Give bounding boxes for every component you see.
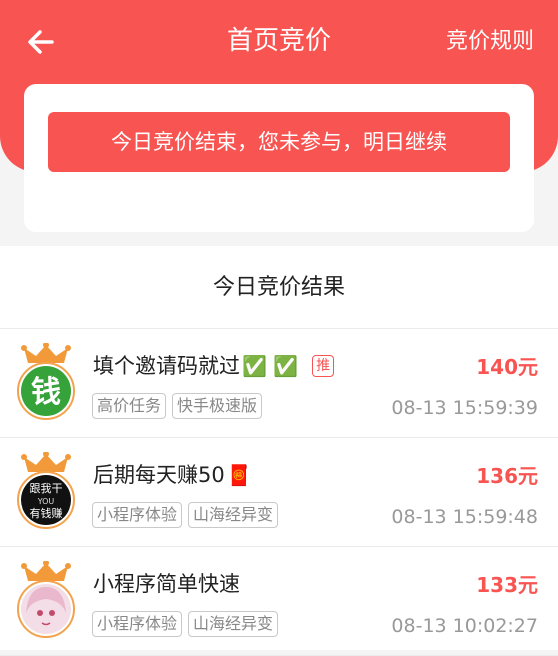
status-banner: 今日竞价结束，您未参与，明日继续 (48, 112, 510, 172)
tag: 小程序体验 (92, 502, 183, 528)
tag: 山海经异变 (188, 611, 279, 637)
item-title: 填个邀请码就过 ✅ ✅ 推 (93, 351, 335, 381)
item-time: 08-13 15:59:39 (391, 397, 538, 419)
item-title: 小程序简单快速 (93, 569, 240, 599)
money-character-avatar: 钱 (17, 343, 75, 420)
results-title: 今日竞价结果 (0, 246, 558, 329)
item-title-text: 小程序简单快速 (93, 572, 240, 596)
results-section: 今日竞价结果 钱 填个邀请码就过 ✅ ✅ 推 高价任务 快手极速版 140元 08-1… (0, 246, 558, 656)
tag: 高价任务 (92, 393, 167, 419)
status-card: 今日竞价结束，您未参与，明日继续 (24, 84, 534, 232)
item-time: 08-13 15:59:48 (391, 506, 538, 528)
item-tags: 高价任务 快手极速版 (92, 393, 268, 419)
item-title-text: 填个邀请码就过 (93, 354, 240, 378)
item-tags: 小程序体验 山海经异变 (92, 611, 284, 637)
avatar-text: YOU (37, 497, 55, 506)
list-item[interactable]: 钱 填个邀请码就过 ✅ ✅ 推 高价任务 快手极速版 140元 08-13 15:59… (0, 329, 558, 438)
tag: 山海经异变 (188, 502, 279, 528)
check-emoji-icon: ✅ ✅ (242, 354, 299, 378)
item-tags: 小程序体验 山海经异变 (92, 502, 284, 528)
bidding-rules-link[interactable]: 竞价规则 (446, 26, 534, 58)
red-envelope-icon: 🧧 (226, 463, 252, 487)
avatar-text: 钱 (31, 375, 61, 410)
tag: 快手极速版 (172, 393, 263, 419)
item-time: 08-13 10:02:27 (391, 615, 538, 637)
anime-girl-avatar (17, 561, 75, 638)
text-avatar: 跟我干 YOU 有钱赚 (17, 452, 75, 529)
tag: 小程序体验 (92, 611, 183, 637)
list-item[interactable]: 跟我干 YOU 有钱赚 后期每天赚50 🧧 小程序体验 山海经异变 136元 08-… (0, 438, 558, 547)
item-price: 133元 (476, 573, 538, 597)
avatar-text: 有钱赚 (30, 506, 63, 520)
recommend-badge: 推 (312, 355, 335, 377)
item-title-text: 后期每天赚50 (93, 463, 225, 487)
avatar-text: 跟我干 (30, 482, 63, 495)
item-title: 后期每天赚50 🧧 (93, 460, 252, 490)
item-price: 136元 (476, 464, 538, 488)
item-price: 140元 (476, 355, 538, 379)
list-item[interactable]: 小程序简单快速 小程序体验 山海经异变 133元 08-13 10:02:27 (0, 547, 558, 656)
